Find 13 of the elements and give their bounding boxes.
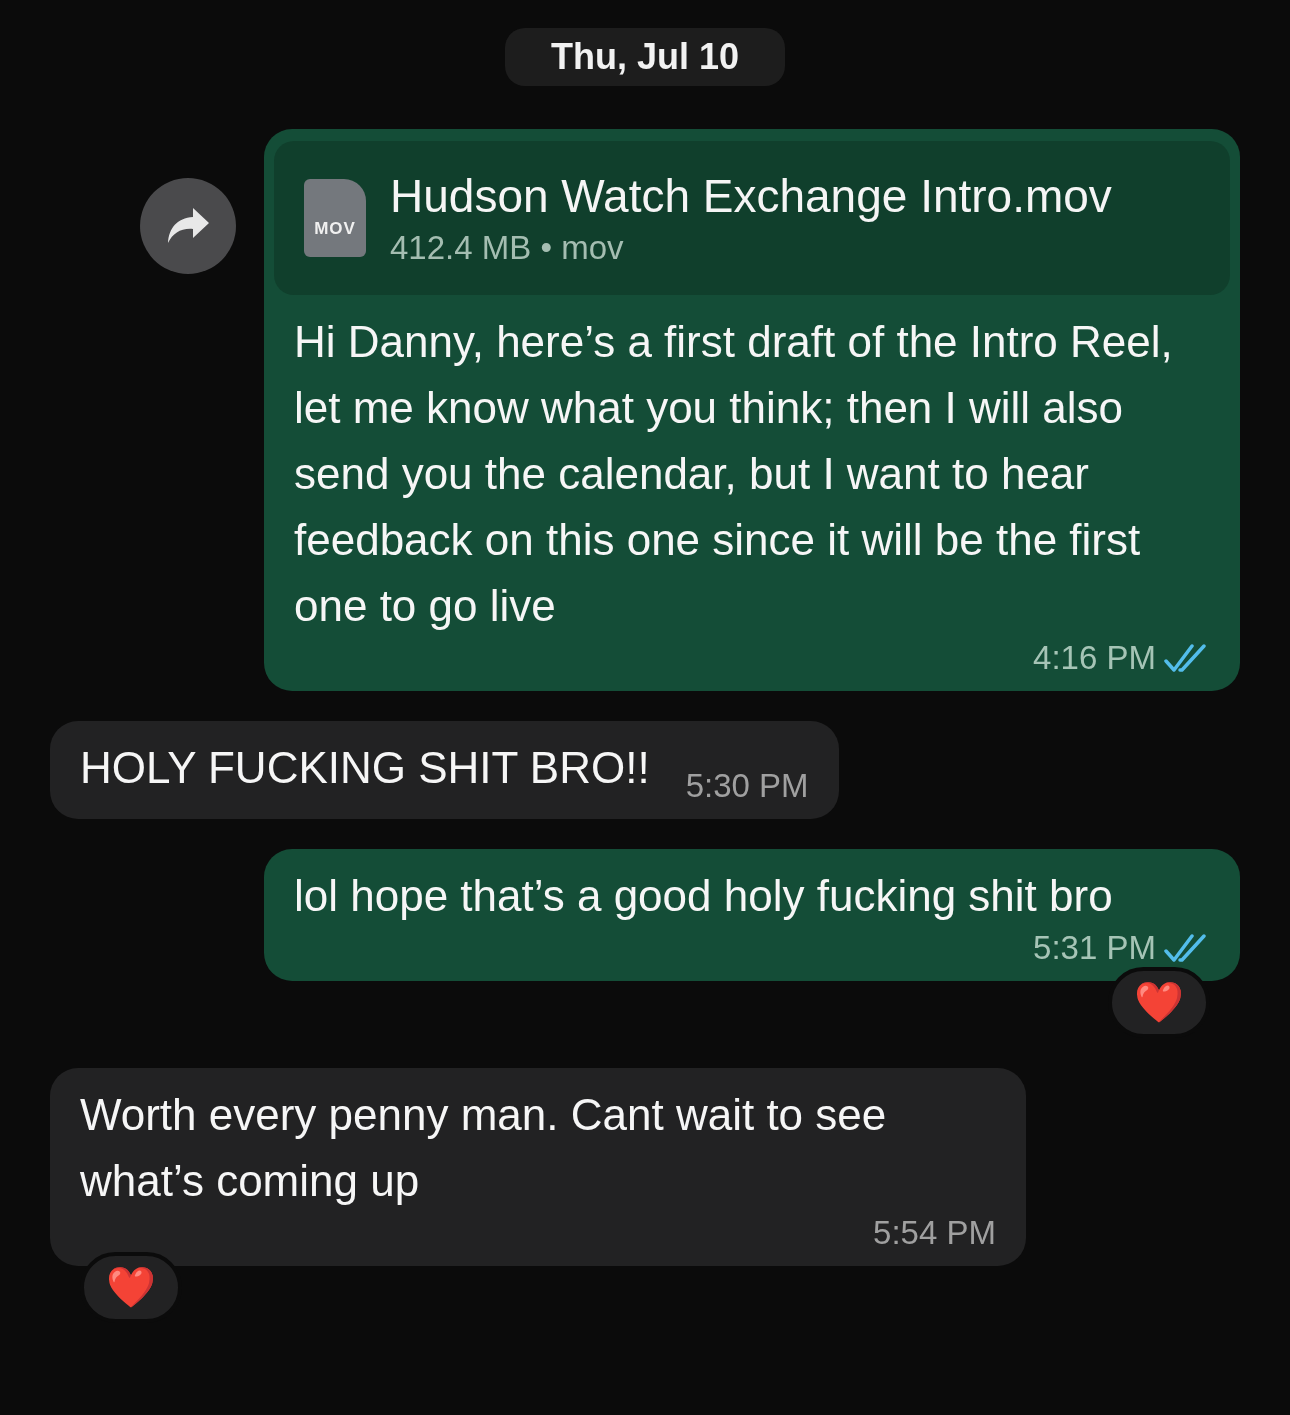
message-time: 4:16 PM xyxy=(1033,639,1156,677)
message-text: Worth every penny man. Cant wait to see what’s coming up xyxy=(80,1089,888,1207)
file-name: Hudson Watch Exchange Intro.mov xyxy=(390,169,1112,223)
message-text: lol hope that’s a good holy fucking shit bro xyxy=(294,870,1113,922)
date-separator: Thu, Jul 10 xyxy=(504,28,785,86)
message-time: 5:31 PM xyxy=(1033,929,1156,967)
file-type-label: MOV xyxy=(314,219,356,239)
file-attachment[interactable]: MOV Hudson Watch Exchange Intro.mov 412.4 MB • mov xyxy=(274,141,1230,295)
message-time: 5:54 PM xyxy=(873,1214,996,1252)
message-text: Hi Danny, here’s a first draft of the Intro Reel, let me know what you think; then I will also send you the calendar, but I want to hear feedback on this one since it will be the first one to go live xyxy=(294,316,1174,632)
message-text: HOLY FUCKING SHIT BRO!! xyxy=(80,742,650,794)
message-time: 5:30 PM xyxy=(685,767,809,805)
file-details: 412.4 MB • mov xyxy=(390,229,625,267)
